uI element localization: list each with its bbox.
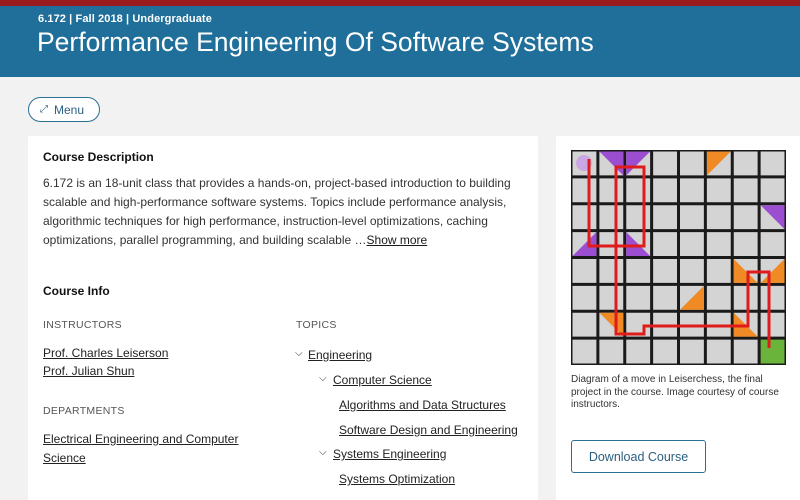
board-square [599, 232, 624, 256]
image-caption: Diagram of a move in Leiserchess, the fi… [571, 374, 779, 410]
board-square [680, 205, 704, 230]
board-square [653, 339, 677, 364]
board-square [599, 178, 624, 203]
board-square [572, 259, 597, 283]
description-line: optimizations, parallel programming, and… [43, 231, 528, 250]
topics-label: TOPICS [296, 319, 337, 331]
board-square [733, 205, 758, 230]
description-line: 6.172 is an 18-unit class that provides … [43, 176, 511, 190]
board-square [680, 178, 704, 203]
topic-engineering[interactable]: Engineering [308, 348, 372, 362]
board-square [733, 151, 758, 176]
page-title: Performance Engineering Of Software Syst… [37, 27, 594, 57]
menu-label: Menu [54, 102, 85, 117]
board-square [680, 232, 704, 256]
topic-computer-science[interactable]: Computer Science [333, 373, 432, 387]
board-square [680, 151, 704, 176]
description-line-end: optimizations, parallel programming, and… [43, 233, 367, 247]
instructor-link[interactable]: Prof. Charles Leiserson [43, 346, 168, 360]
description-line: algorithmic techniques for high performa… [43, 214, 488, 228]
board-square [706, 178, 731, 203]
board-square [733, 178, 758, 203]
board-square [733, 232, 758, 256]
download-course-button[interactable]: Download Course [571, 440, 706, 473]
description-line: scalable and high-performance software s… [43, 195, 507, 209]
board-square [626, 339, 651, 364]
board-square [653, 259, 677, 283]
course-description-heading: Course Description [43, 150, 154, 164]
course-header: 6.172 | Fall 2018 | Undergraduate Perfor… [0, 6, 800, 77]
board-square [572, 339, 597, 364]
topic-systems-optimization[interactable]: Systems Optimization [339, 472, 455, 486]
board-square [653, 178, 677, 203]
board-square [706, 259, 731, 283]
board-square [653, 232, 677, 256]
board-square [572, 312, 597, 337]
board-square [599, 285, 624, 310]
instructors-label: INSTRUCTORS [43, 319, 122, 331]
board-square [706, 339, 731, 364]
board-square [706, 205, 731, 230]
board-square [653, 151, 677, 176]
board-square [760, 232, 785, 256]
topic-software-design[interactable]: Software Design and Engineering [339, 423, 518, 437]
leiserchess-board-image [571, 150, 786, 365]
chevron-down-icon[interactable]: ⌵ [295, 348, 303, 359]
board-square [626, 285, 651, 310]
department-link[interactable]: Science [43, 451, 86, 465]
chevron-down-icon[interactable]: ⌵ [319, 447, 327, 458]
board-square [599, 259, 624, 283]
topic-algorithms[interactable]: Algorithms and Data Structures [339, 398, 506, 412]
board-square [760, 151, 785, 176]
board-square [572, 285, 597, 310]
board-square [626, 259, 651, 283]
board-square [706, 285, 731, 310]
course-image-card: Diagram of a move in Leiserchess, the fi… [556, 136, 800, 500]
board-square [760, 178, 785, 203]
department-link[interactable]: Electrical Engineering and Computer [43, 432, 238, 446]
topic-systems-engineering[interactable]: Systems Engineering [333, 447, 446, 461]
board-square [760, 339, 785, 364]
board-square [680, 339, 704, 364]
board-square [599, 339, 624, 364]
board-square [599, 205, 624, 230]
board-square [572, 205, 597, 230]
board-square [626, 178, 651, 203]
departments-label: DEPARTMENTS [43, 405, 125, 417]
board-square [680, 259, 704, 283]
board-square [626, 205, 651, 230]
instructor-link[interactable]: Prof. Julian Shun [43, 364, 134, 378]
show-more-link[interactable]: Show more [367, 233, 428, 247]
board-square [653, 205, 677, 230]
board-square [653, 285, 677, 310]
board-square [733, 339, 758, 364]
menu-button[interactable]: ⤢ Menu [28, 97, 100, 122]
board-square [733, 285, 758, 310]
board-square [572, 178, 597, 203]
course-info-heading: Course Info [43, 284, 110, 298]
course-info-card: Course Description 6.172 is an 18-unit c… [28, 136, 538, 500]
board-square [760, 312, 785, 337]
chevron-down-icon[interactable]: ⌵ [319, 373, 327, 384]
course-description: 6.172 is an 18-unit class that provides … [43, 174, 528, 250]
course-meta: 6.172 | Fall 2018 | Undergraduate [38, 13, 212, 25]
board-square [706, 232, 731, 256]
expand-arrows-icon: ⤢ [40, 104, 48, 115]
board-square [760, 285, 785, 310]
